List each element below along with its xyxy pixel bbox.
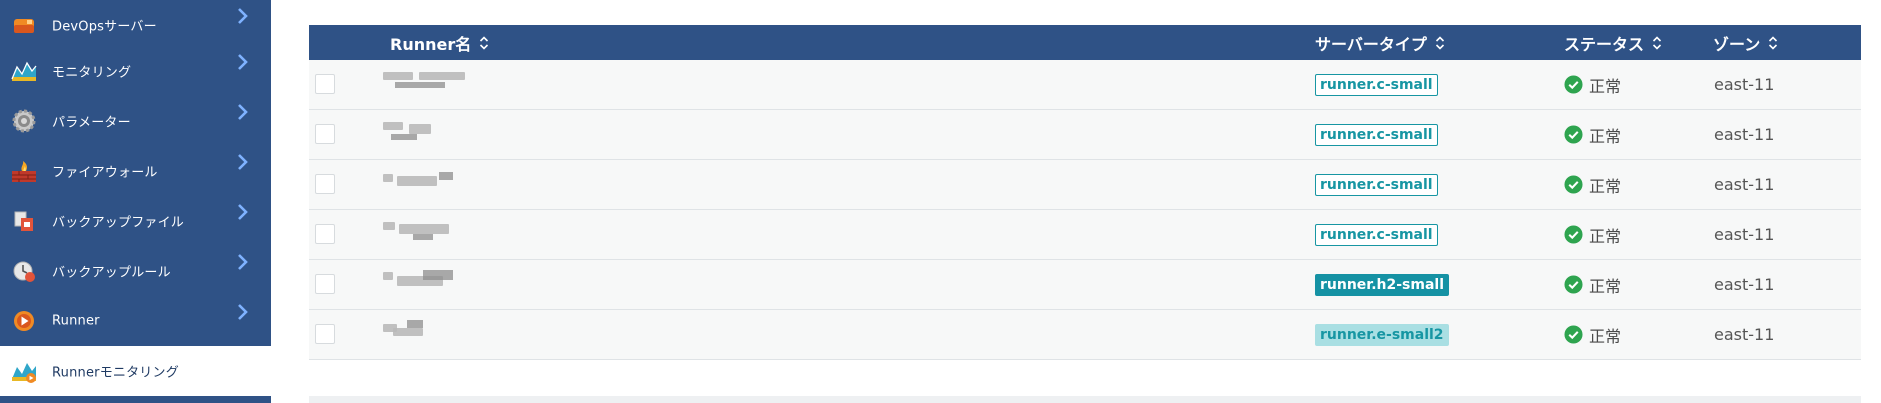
sidebar-item-label: バックアップルール	[52, 265, 171, 281]
check-circle-icon	[1564, 175, 1583, 194]
server-type-badge: runner.e-small2	[1315, 323, 1449, 346]
status-text: 正常	[1589, 326, 1622, 346]
chevron-right-icon	[236, 102, 250, 122]
table-footer-strip	[309, 396, 1861, 403]
sidebar-item-runner[interactable]: Runner	[0, 296, 271, 346]
sidebar-item-label: ファイアウォール	[52, 165, 158, 181]
sidebar-bottom-strip	[0, 396, 271, 403]
zone-text: east-11	[1714, 125, 1775, 144]
row-checkbox[interactable]	[315, 74, 335, 94]
status-text: 正常	[1589, 226, 1622, 246]
sidebar-item-devops-server[interactable]: DevOpsサーバー	[0, 0, 271, 50]
check-circle-icon	[1564, 125, 1583, 144]
check-circle-icon	[1564, 325, 1583, 344]
monitoring-icon	[10, 57, 38, 85]
zone-text: east-11	[1714, 75, 1775, 94]
sidebar-item-label: Runnerモニタリング	[52, 365, 179, 381]
table-row[interactable]: runner.c-small 正常 east-11	[309, 160, 1861, 210]
column-header-label: Runner名	[390, 34, 472, 54]
column-header-server-type[interactable]: サーバータイプ	[1315, 25, 1445, 60]
sidebar-item-parameter[interactable]: パラメーター	[0, 96, 271, 146]
backup-rule-icon	[10, 257, 38, 285]
backup-file-icon	[10, 207, 38, 235]
sidebar-item-label: DevOpsサーバー	[52, 19, 157, 35]
chevron-right-icon	[236, 6, 250, 26]
zone-text: east-11	[1714, 275, 1775, 294]
runner-name-redacted	[383, 160, 463, 209]
firewall-icon	[10, 157, 38, 185]
runner-name-redacted	[383, 60, 465, 109]
table-row[interactable]: runner.h2-small 正常 east-11	[309, 260, 1861, 310]
runner-name-redacted	[383, 260, 463, 309]
server-type-badge: runner.c-small	[1315, 123, 1438, 146]
check-circle-icon	[1564, 275, 1583, 294]
sidebar-item-runner-monitoring[interactable]: Runnerモニタリング	[0, 346, 271, 396]
table-row[interactable]: runner.c-small 正常 east-11	[309, 110, 1861, 160]
sidebar-item-label: モニタリング	[52, 65, 132, 81]
zone-text: east-11	[1714, 225, 1775, 244]
column-header-label: サーバータイプ	[1315, 34, 1427, 54]
column-header-label: ステータス	[1564, 34, 1645, 54]
row-checkbox[interactable]	[315, 324, 335, 344]
sort-icon	[479, 35, 489, 51]
table-header: Runner名 サーバータイプ ステータス ゾーン	[309, 25, 1861, 60]
zone-text: east-11	[1714, 175, 1775, 194]
status-text: 正常	[1589, 76, 1622, 96]
check-circle-icon	[1564, 225, 1583, 244]
row-checkbox[interactable]	[315, 274, 335, 294]
sort-icon	[1768, 35, 1778, 51]
sidebar-item-backup-file[interactable]: バックアップファイル	[0, 196, 271, 246]
column-header-name[interactable]: Runner名	[390, 25, 489, 60]
status-text: 正常	[1589, 126, 1622, 146]
sidebar-nav: DevOpsサーバー モニタリング パラメーター ファイアウォール バックアップ…	[0, 0, 271, 403]
gear-icon	[10, 107, 38, 135]
status-text: 正常	[1589, 276, 1622, 296]
runner-table: Runner名 サーバータイプ ステータス ゾーン runner.c-small…	[309, 25, 1861, 360]
server-type-badge: runner.c-small	[1315, 173, 1438, 196]
table-body: runner.c-small 正常 east-11 runner.c-small 正常 e…	[309, 60, 1861, 360]
runner-name-redacted	[383, 110, 463, 159]
sidebar-item-label: Runner	[52, 313, 100, 329]
sidebar-item-label: パラメーター	[52, 115, 131, 131]
chevron-right-icon	[236, 302, 250, 322]
sidebar-item-label: バックアップファイル	[52, 215, 185, 231]
devops-server-icon	[10, 11, 38, 39]
runner-name-redacted	[383, 210, 463, 259]
column-header-status[interactable]: ステータス	[1564, 25, 1662, 60]
row-checkbox[interactable]	[315, 174, 335, 194]
server-type-badge: runner.c-small	[1315, 73, 1438, 96]
chevron-right-icon	[236, 152, 250, 172]
server-type-badge: runner.c-small	[1315, 223, 1438, 246]
table-row[interactable]: runner.c-small 正常 east-11	[309, 60, 1861, 110]
status-text: 正常	[1589, 176, 1622, 196]
sidebar-item-backup-rule[interactable]: バックアップルール	[0, 246, 271, 296]
row-checkbox[interactable]	[315, 124, 335, 144]
runner-icon	[10, 307, 38, 335]
sort-icon	[1435, 35, 1445, 51]
runner-monitoring-icon	[10, 357, 38, 385]
chevron-right-icon	[236, 52, 250, 72]
sort-icon	[1652, 35, 1662, 51]
row-checkbox[interactable]	[315, 224, 335, 244]
column-header-label: ゾーン	[1713, 34, 1761, 54]
table-row[interactable]: runner.e-small2 正常 east-11	[309, 310, 1861, 360]
chevron-right-icon	[236, 252, 250, 272]
zone-text: east-11	[1714, 325, 1775, 344]
server-type-badge: runner.h2-small	[1315, 273, 1450, 296]
chevron-right-icon	[236, 202, 250, 222]
sidebar-item-firewall[interactable]: ファイアウォール	[0, 146, 271, 196]
runner-name-redacted	[383, 310, 463, 359]
check-circle-icon	[1564, 75, 1583, 94]
sidebar-item-monitoring[interactable]: モニタリング	[0, 46, 271, 96]
column-header-zone[interactable]: ゾーン	[1713, 25, 1778, 60]
table-row[interactable]: runner.c-small 正常 east-11	[309, 210, 1861, 260]
